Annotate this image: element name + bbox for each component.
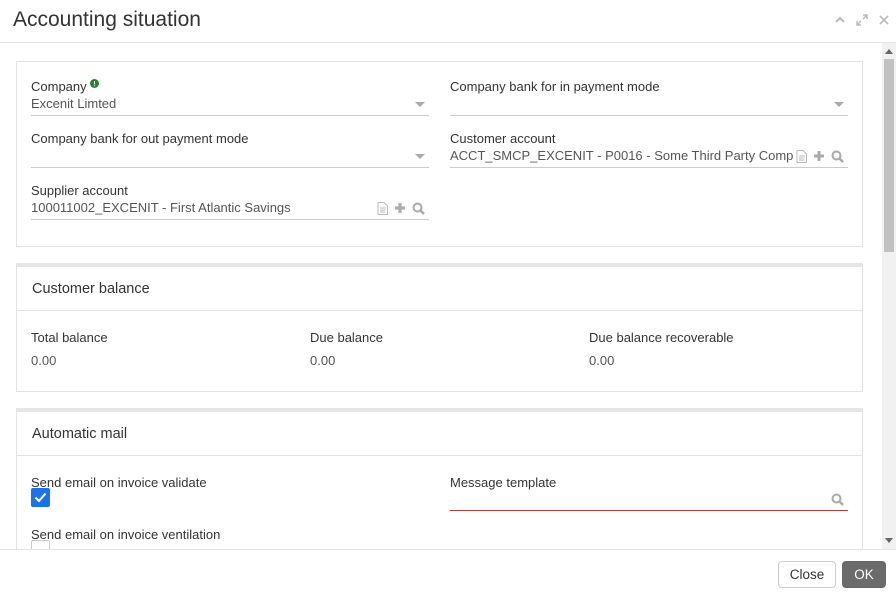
- chevron-up-icon[interactable]: [832, 12, 848, 28]
- company-select[interactable]: Excenit Limted: [31, 93, 429, 116]
- company-field: Company Excenit Limted: [31, 78, 429, 118]
- main-fields-panel: Company Excenit Limted Company bank for …: [16, 61, 863, 247]
- search-icon[interactable]: [830, 149, 844, 163]
- customer-account-value: ACCT_SMCP_EXCENIT - P0016 - Some Third P…: [450, 148, 794, 163]
- company-bank-out-select[interactable]: [31, 145, 429, 168]
- send-on-validate-checkbox[interactable]: [31, 488, 50, 507]
- supplier-account-tools: [375, 201, 425, 215]
- message-template-input[interactable]: [450, 488, 848, 511]
- supplier-account-input[interactable]: 100011002_EXCENIT - First Atlantic Savin…: [31, 197, 429, 220]
- document-icon[interactable]: [794, 149, 808, 163]
- info-icon: [89, 78, 99, 88]
- send-on-validate-field: Send email on invoice validate: [31, 474, 429, 516]
- customer-account-label: Customer account: [450, 130, 556, 146]
- automatic-mail-panel: Automatic mail Send email on invoice val…: [16, 408, 863, 549]
- company-bank-in-field: Company bank for in payment mode: [450, 78, 848, 118]
- due-balance-field: Due balance 0.00: [310, 329, 570, 369]
- send-on-validate-label: Send email on invoice validate: [31, 474, 207, 490]
- message-template-field: Message template: [450, 474, 848, 516]
- due-balance-recoverable-label: Due balance recoverable: [589, 329, 734, 345]
- supplier-account-field: Supplier account 100011002_EXCENIT - Fir…: [31, 182, 429, 222]
- company-bank-in-label: Company bank for in payment mode: [450, 78, 660, 94]
- expand-icon[interactable]: [854, 12, 870, 28]
- scrollbar-thumb[interactable]: [884, 59, 894, 252]
- dialog-header: Accounting situation: [0, 0, 896, 43]
- header-icons: [832, 12, 892, 28]
- search-icon[interactable]: [411, 201, 425, 215]
- dialog-title: Accounting situation: [13, 8, 201, 31]
- chevron-down-icon[interactable]: [415, 154, 425, 159]
- customer-account-tools: [794, 149, 844, 163]
- supplier-account-label: Supplier account: [31, 182, 128, 198]
- due-balance-recoverable-value: 0.00: [589, 353, 615, 368]
- company-bank-out-field: Company bank for out payment mode: [31, 130, 429, 170]
- send-on-ventilation-field: Send email on invoice ventilation: [31, 526, 429, 549]
- customer-account-input[interactable]: ACCT_SMCP_EXCENIT - P0016 - Some Third P…: [450, 145, 848, 168]
- scroll-down-arrow-icon[interactable]: [885, 538, 893, 543]
- plus-icon[interactable]: [393, 201, 407, 215]
- total-balance-label: Total balance: [31, 329, 108, 345]
- dialog-body: Company Excenit Limted Company bank for …: [0, 43, 882, 549]
- company-bank-out-label: Company bank for out payment mode: [31, 130, 249, 146]
- checkmark-icon: [34, 492, 47, 503]
- company-label: Company: [31, 78, 87, 94]
- customer-account-field: Customer account ACCT_SMCP_EXCENIT - P00…: [450, 130, 848, 170]
- vertical-scrollbar[interactable]: [882, 43, 896, 549]
- scroll-up-arrow-icon[interactable]: [885, 49, 893, 54]
- company-value: Excenit Limted: [31, 96, 117, 111]
- chevron-down-icon[interactable]: [834, 102, 844, 107]
- customer-balance-panel: Customer balance Total balance 0.00 Due …: [16, 263, 863, 392]
- close-icon[interactable]: [876, 12, 892, 28]
- chevron-down-icon[interactable]: [415, 102, 425, 107]
- plus-icon[interactable]: [812, 149, 826, 163]
- due-balance-value: 0.00: [310, 353, 336, 368]
- total-balance-field: Total balance 0.00: [31, 329, 291, 369]
- customer-balance-title: Customer balance: [17, 267, 862, 311]
- due-balance-label: Due balance: [310, 329, 383, 345]
- automatic-mail-title: Automatic mail: [17, 412, 862, 456]
- ok-button[interactable]: OK: [842, 561, 886, 588]
- company-bank-in-select[interactable]: [450, 93, 848, 116]
- search-icon[interactable]: [830, 492, 844, 506]
- supplier-account-value: 100011002_EXCENIT - First Atlantic Savin…: [31, 200, 291, 215]
- due-balance-recoverable-field: Due balance recoverable 0.00: [589, 329, 849, 369]
- close-button[interactable]: Close: [778, 561, 836, 588]
- send-on-ventilation-checkbox[interactable]: [31, 540, 50, 549]
- dialog-footer: Close OK: [0, 549, 896, 599]
- send-on-ventilation-label: Send email on invoice ventilation: [31, 526, 221, 542]
- document-icon[interactable]: [375, 201, 389, 215]
- total-balance-value: 0.00: [31, 353, 57, 368]
